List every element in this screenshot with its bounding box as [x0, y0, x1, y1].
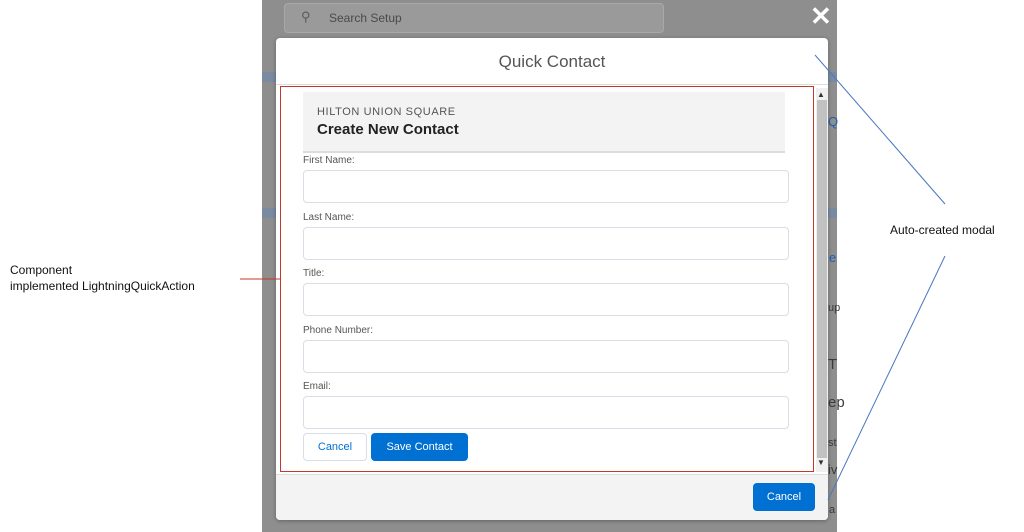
modal-annotation-line-top — [814, 54, 946, 205]
modal-annotation-line-bottom — [827, 255, 946, 501]
annotation-lines — [240, 54, 946, 501]
